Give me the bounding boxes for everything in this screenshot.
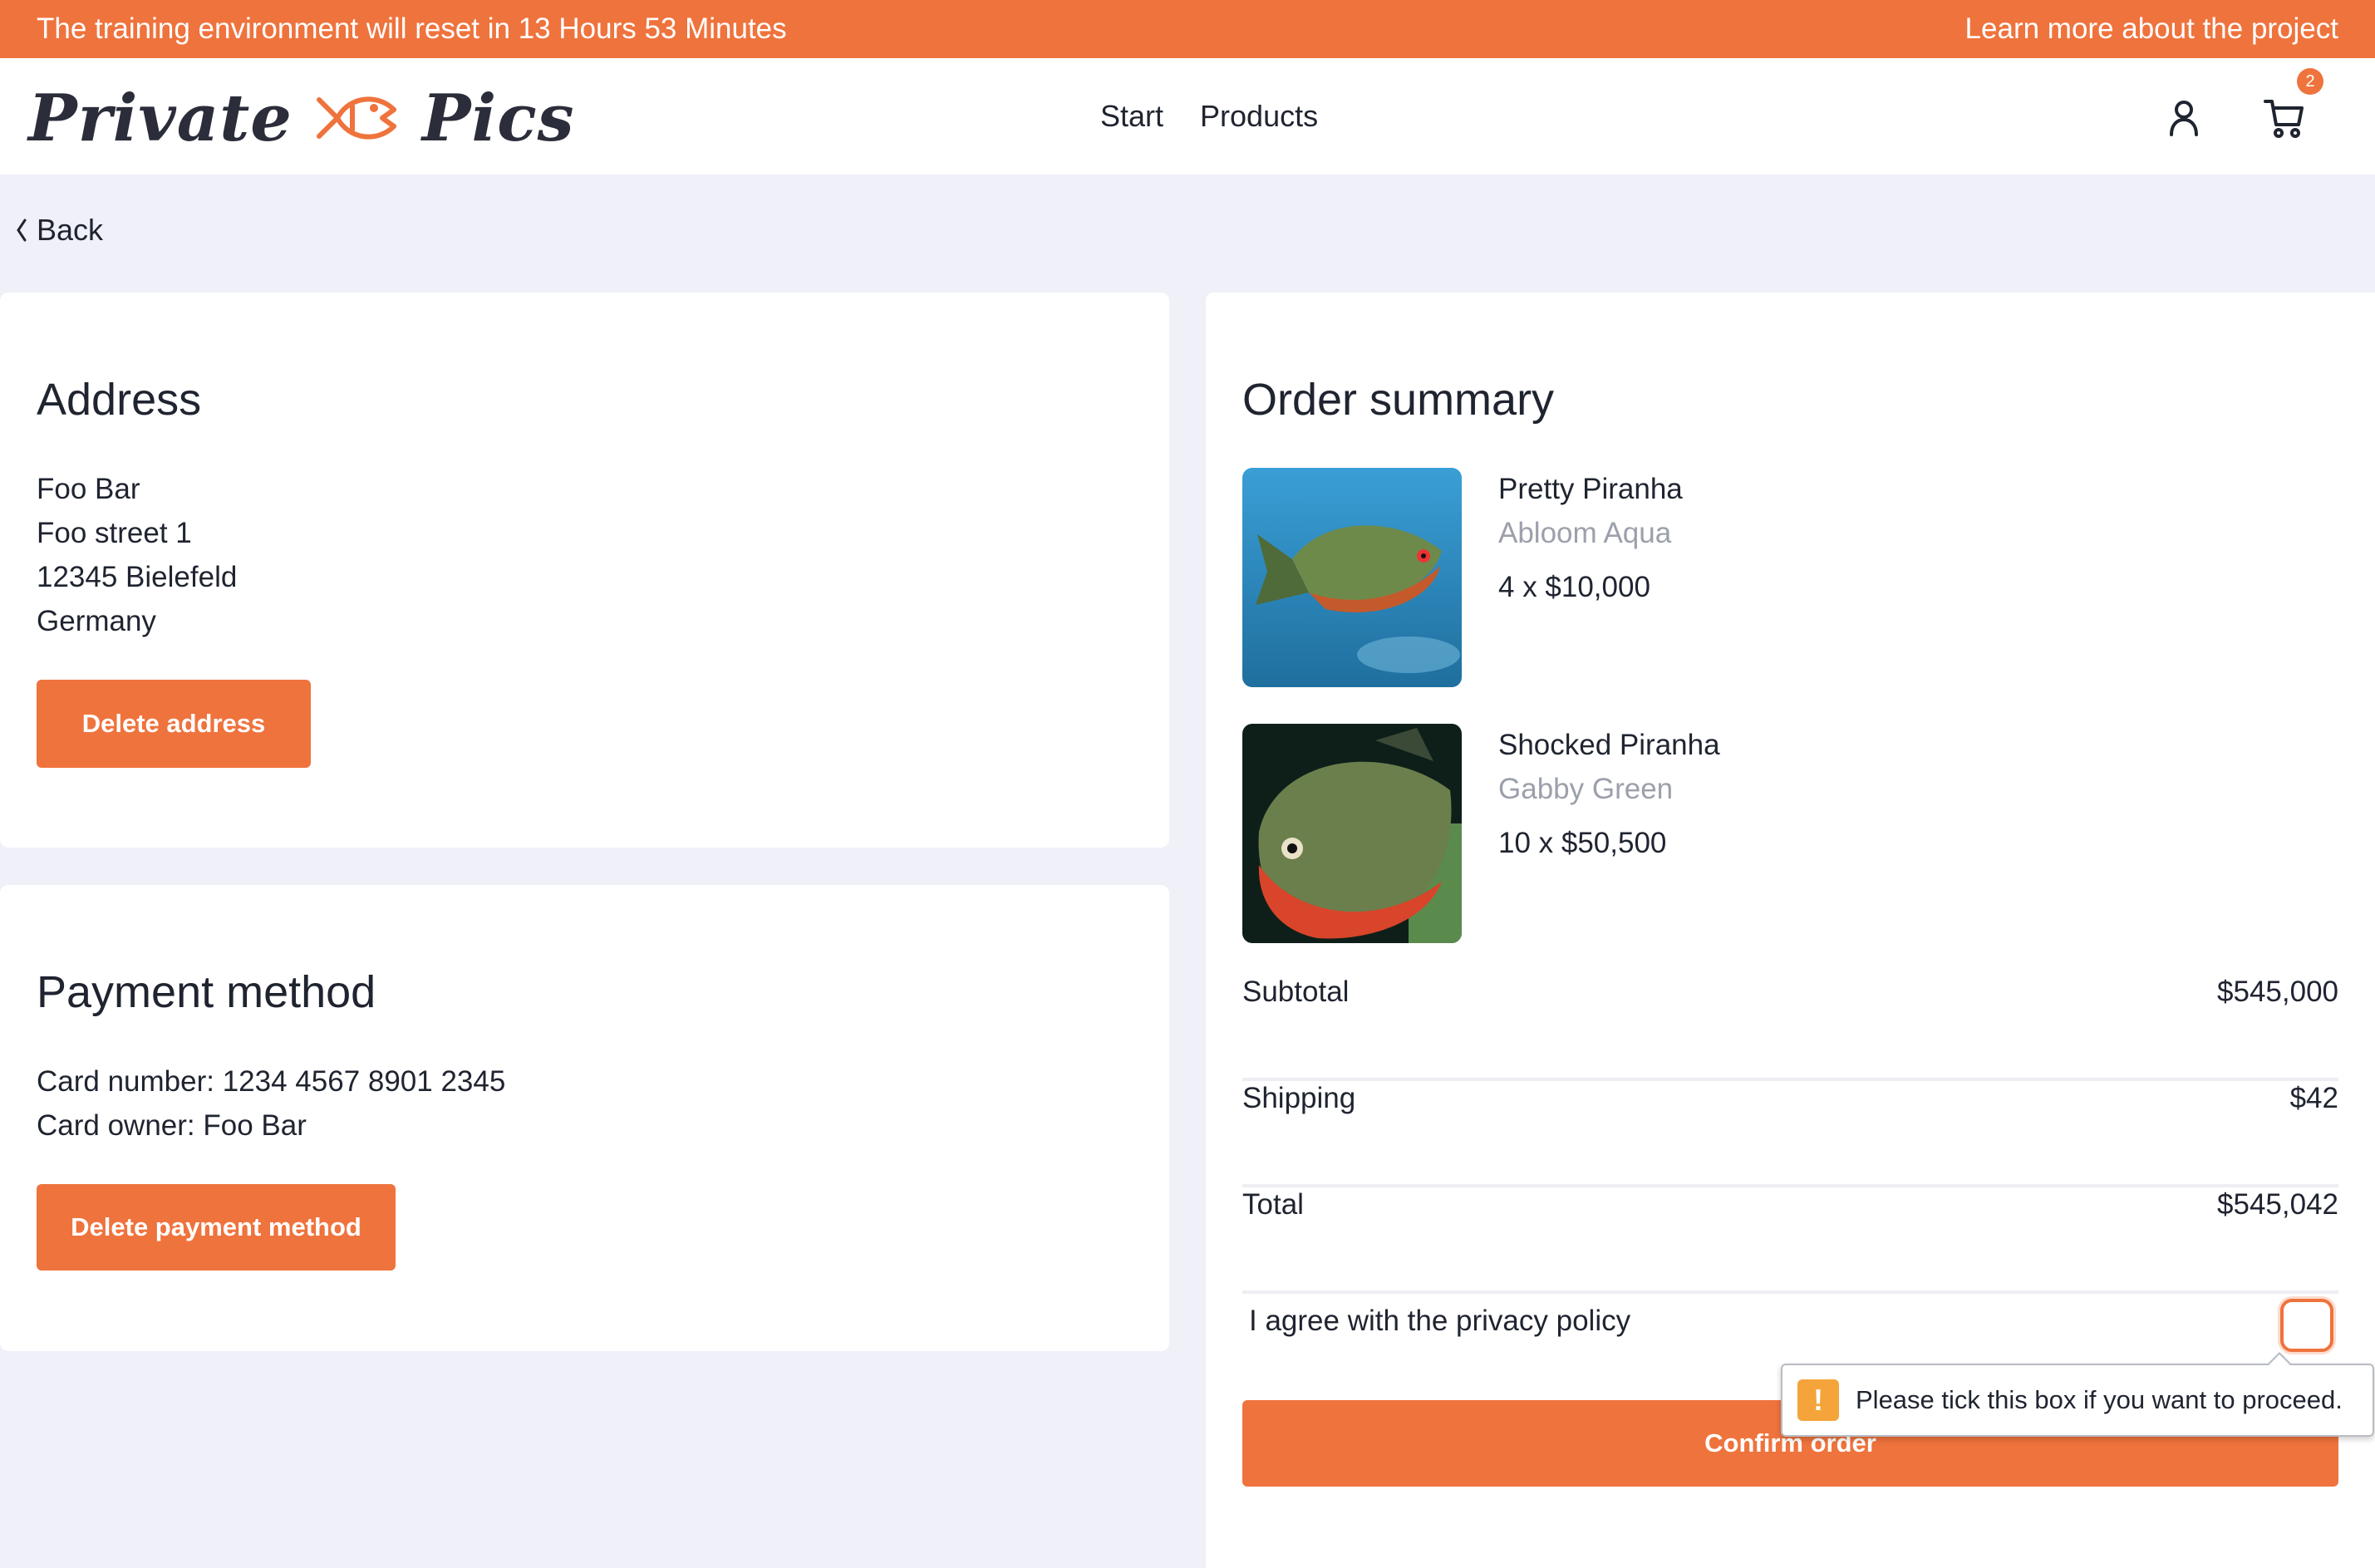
logo-text-right: Pics	[421, 80, 575, 156]
privacy-label: I agree with the privacy policy	[1249, 1305, 1631, 1337]
product-image[interactable]	[1242, 724, 1462, 943]
shipping-row: Shipping $42	[1242, 1082, 2338, 1187]
shipping-value: $42	[2289, 1082, 2338, 1114]
learn-more-link[interactable]: Learn more about the project	[1965, 12, 2338, 46]
card-number: Card number: 1234 4567 8901 2345	[37, 1065, 506, 1098]
address-line: Foo Bar	[37, 473, 140, 505]
announcement-banner: The training environment will reset in 1…	[0, 0, 2375, 58]
address-title: Address	[37, 375, 202, 425]
fish-logo-icon	[316, 96, 396, 140]
privacy-checkbox[interactable]	[2280, 1299, 2333, 1352]
address-line: Germany	[37, 605, 156, 637]
shipping-label: Shipping	[1242, 1082, 1356, 1114]
summary-title: Order summary	[1242, 375, 1555, 425]
cart-count-badge: 2	[2297, 68, 2323, 95]
subtotal-label: Subtotal	[1242, 976, 1350, 1008]
subtotal-row: Subtotal $545,000	[1242, 976, 2338, 1081]
address-card: Address Foo Bar Foo street 1 12345 Biele…	[0, 292, 1169, 848]
nav-start[interactable]: Start	[1100, 99, 1163, 134]
user-icon[interactable]	[2161, 95, 2207, 141]
total-value: $545,042	[2217, 1188, 2338, 1221]
product-name[interactable]: Shocked Piranha	[1498, 724, 1720, 767]
product-info: Shocked Piranha Gabby Green 10 x $50,500	[1498, 724, 1720, 860]
address-lines: Foo Bar Foo street 1 12345 Bielefeld Ger…	[37, 467, 237, 643]
product-qty-price: 10 x $50,500	[1498, 827, 1667, 859]
product-variant: Gabby Green	[1498, 773, 1674, 805]
cart-icon[interactable]	[2262, 95, 2309, 141]
product-info: Pretty Piranha Abloom Aqua 4 x $10,000	[1498, 468, 1683, 604]
subtotal-value: $545,000	[2217, 976, 2338, 1008]
product-variant: Abloom Aqua	[1498, 517, 1672, 549]
validation-tooltip: ! Please tick this box if you want to pr…	[1781, 1352, 2374, 1437]
card-owner: Card owner: Foo Bar	[37, 1109, 307, 1142]
site-header: Private Pics Start Products	[0, 58, 2375, 174]
delete-payment-button[interactable]: Delete payment method	[37, 1184, 396, 1271]
product-name[interactable]: Pretty Piranha	[1498, 468, 1683, 511]
tooltip-text: Please tick this box if you want to proc…	[1856, 1385, 2343, 1414]
chevron-left-icon	[17, 219, 27, 242]
payment-title: Payment method	[37, 967, 376, 1017]
address-line: Foo street 1	[37, 517, 192, 549]
product-image[interactable]	[1242, 468, 1462, 687]
total-label: Total	[1242, 1188, 1304, 1221]
total-row: Total $545,042	[1242, 1188, 2338, 1294]
back-label: Back	[37, 213, 104, 247]
warning-icon: !	[1797, 1379, 1839, 1421]
delete-address-button[interactable]: Delete address	[37, 680, 311, 768]
product-qty-price: 4 x $10,000	[1498, 571, 1650, 603]
logo[interactable]: Private Pics	[28, 78, 575, 158]
payment-lines: Card number: 1234 4567 8901 2345 Card ow…	[37, 1059, 505, 1148]
back-link[interactable]: Back	[15, 213, 103, 248]
logo-text-left: Private	[28, 80, 293, 156]
payment-card: Payment method Card number: 1234 4567 89…	[0, 885, 1169, 1351]
address-line: 12345 Bielefeld	[37, 561, 238, 593]
main-nav: Start Products	[1100, 58, 1318, 174]
reset-notice: The training environment will reset in 1…	[37, 12, 787, 45]
nav-products[interactable]: Products	[1200, 99, 1318, 134]
